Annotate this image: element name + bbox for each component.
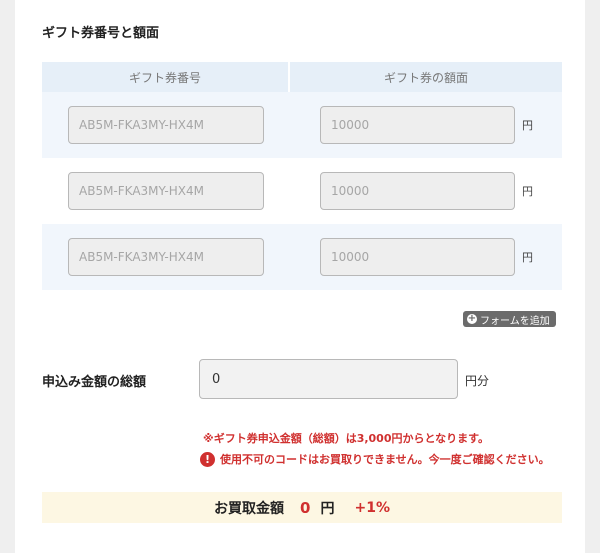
add-form-label: フォームを追加 [480,315,550,327]
gift-code-input[interactable]: AB5M-FKA3MY-HX4M [68,172,264,210]
purchase-amount-label: お買取金額 [214,500,285,517]
table-row: AB5M-FKA3MY-HX4M 10000 円 [42,158,562,224]
gift-code-input[interactable]: AB5M-FKA3MY-HX4M [68,238,264,276]
yen-unit: 円 [522,185,533,198]
minimum-amount-note: ※ギフト券申込金額（総額）は3,000円からとなります。 [203,432,490,445]
table-row: AB5M-FKA3MY-HX4M 10000 円 [42,92,562,158]
gift-card-table: ギフト券番号 ギフト券の額面 AB5M-FKA3MY-HX4M 10000 円 … [42,62,562,290]
gift-code-input[interactable]: AB5M-FKA3MY-HX4M [68,106,264,144]
exclamation-circle-icon: ! [200,451,215,467]
header-code: ギフト券番号 [42,62,288,92]
yen-unit: 円 [522,251,533,264]
warning-note: ! 使用不可のコードはお買取りできません。今一度ご確認ください。 [200,451,550,467]
plus-circle-icon: + [467,313,477,324]
gift-amount-input[interactable]: 10000 [320,238,515,276]
total-label: 申込み金額の総額 [42,375,147,390]
add-form-button[interactable]: + フォームを追加 [463,311,556,327]
section-title: ギフト券番号と額面 [42,26,160,41]
header-amount: ギフト券の額面 [290,62,562,92]
total-amount-input[interactable]: 0 [199,359,458,399]
purchase-amount-value: 0 [300,498,311,517]
bonus-rate: +1% [354,499,390,516]
gift-amount-input[interactable]: 10000 [320,106,515,144]
yen-unit: 円 [522,119,533,132]
table-header: ギフト券番号 ギフト券の額面 [42,62,562,92]
total-unit: 円分 [465,374,490,388]
gift-amount-input[interactable]: 10000 [320,172,515,210]
warning-text: 使用不可のコードはお買取りできません。今一度ご確認ください。 [220,453,550,466]
purchase-amount-box: お買取金額 0 円 +1% [42,492,562,523]
table-row: AB5M-FKA3MY-HX4M 10000 円 [42,224,562,290]
purchase-amount-unit: 円 [320,500,335,517]
